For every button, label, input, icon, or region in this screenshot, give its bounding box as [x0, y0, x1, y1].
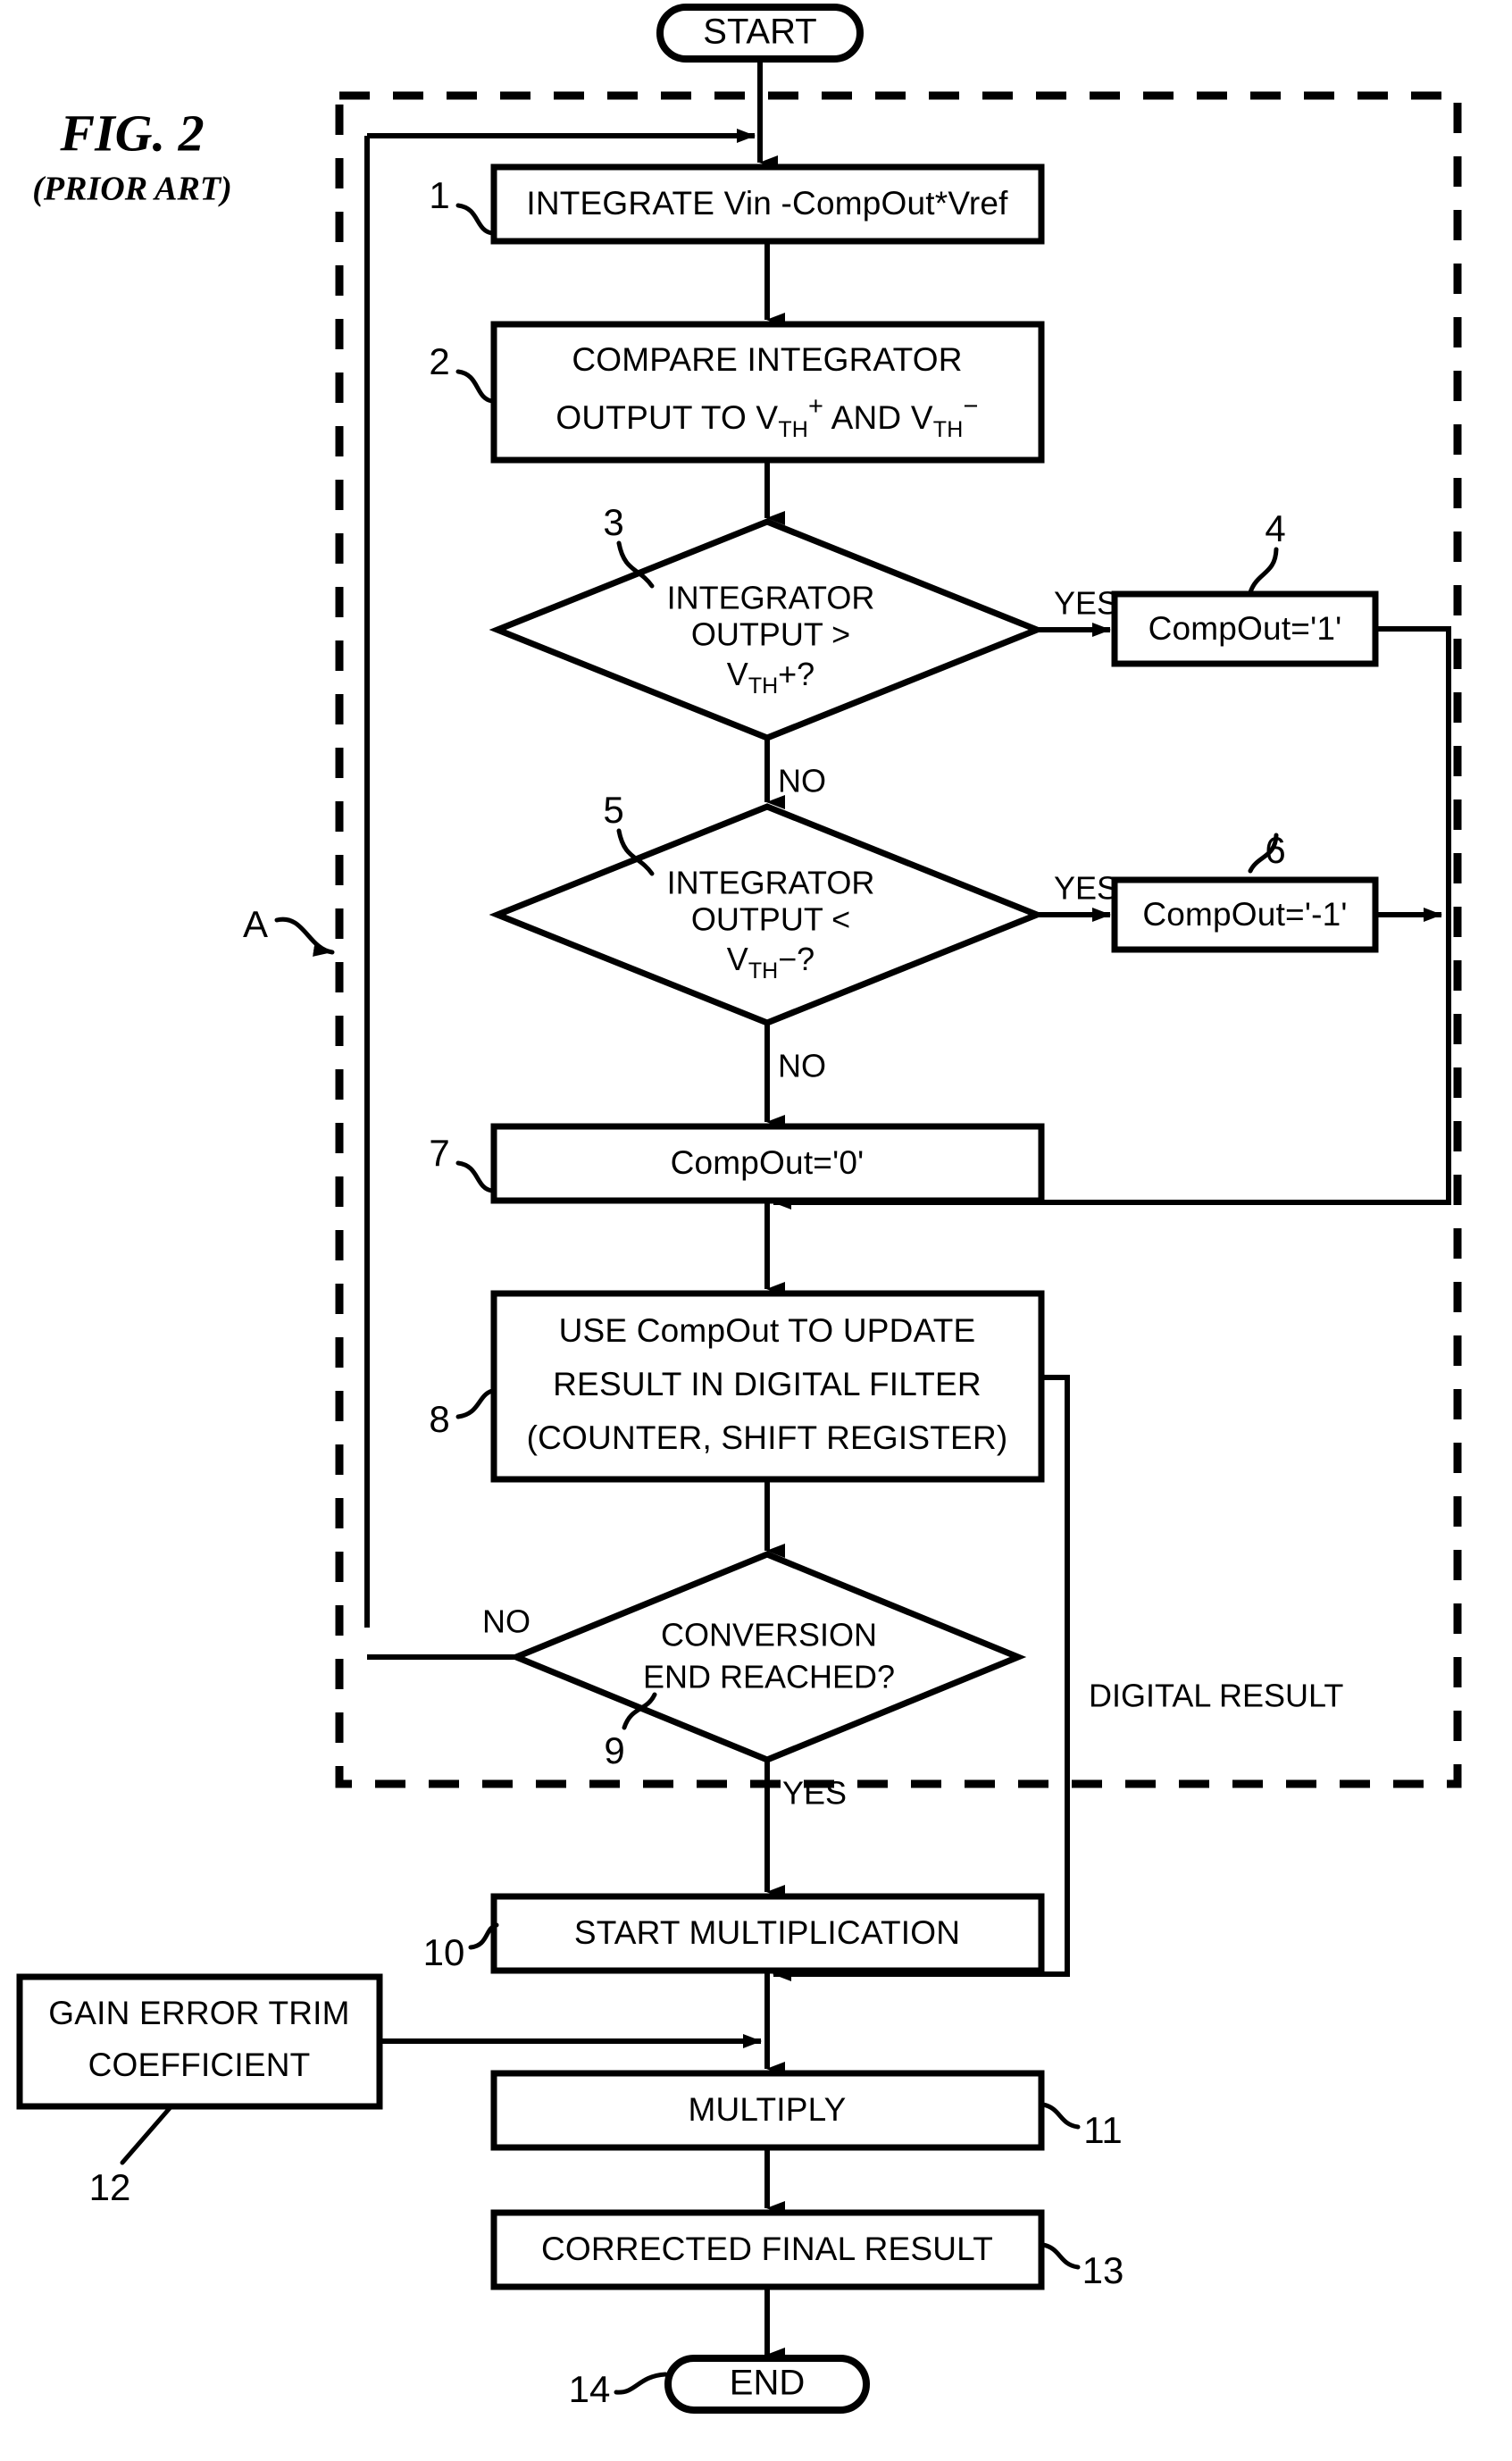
node-1: INTEGRATE Vin -CompOut*Vref 1 [429, 163, 1045, 245]
node-2-l2-sup2: − [963, 392, 978, 421]
node-11-leader [1040, 2102, 1081, 2130]
node-6: CompOut='-1' 6 [1111, 829, 1379, 953]
node-2-l2-sub1: TH [778, 417, 808, 442]
node-start: START [656, 4, 864, 63]
node-3-ref: 3 [603, 501, 623, 543]
node-2-l2-sup1: + [808, 392, 823, 421]
figure-container: FIG. 2 (PRIOR ART) A START INTEGRATE Vin… [0, 0, 1512, 2461]
node-12-leader [120, 2105, 172, 2165]
start-terminal-label: START [703, 13, 816, 52]
node-2-ref: 2 [429, 340, 449, 382]
end-terminal-label: END [730, 2364, 805, 2403]
node-10-ref: 10 [423, 1931, 465, 1973]
node-2-l2-mid: AND V [823, 399, 933, 436]
node-4-leader [1248, 547, 1279, 595]
node-5-label-line2: OUTPUT < [691, 901, 850, 938]
node-11-label: MULTIPLY [688, 2091, 846, 2128]
node-8-label-line3: (COUNTER, SHIFT REGISTER) [527, 1419, 1008, 1456]
node-5-l3-sub: TH [748, 958, 778, 984]
node-8-leader [455, 1388, 495, 1419]
boundary-callout-a: A [243, 903, 335, 957]
node-5-l3-post: −? [778, 941, 814, 977]
node-8-label-line2: RESULT IN DIGITAL FILTER [553, 1366, 982, 1402]
node-1-label: INTEGRATE Vin -CompOut*Vref [526, 185, 1008, 222]
node-3-l3-post: +? [778, 656, 814, 692]
node-3-label-line1: INTEGRATOR [667, 580, 875, 616]
node-12-label-line2: COEFFICIENT [88, 2047, 311, 2083]
edge-3-yes-label: YES [1054, 585, 1118, 622]
node-2-label-line2: OUTPUT TO VTH+ AND VTH− [556, 392, 978, 442]
node-5-l3-pre: V [727, 941, 748, 977]
node-2-l2-pre: OUTPUT TO V [556, 399, 778, 436]
end-terminal-ref: 14 [569, 2368, 611, 2410]
node-2-label-line1: COMPARE INTEGRATOR [572, 341, 962, 378]
figure-title-group: FIG. 2 (PRIOR ART) [32, 104, 231, 207]
node-3: INTEGRATOR OUTPUT > VTH+? 3 [489, 501, 1046, 741]
node-11-ref: 11 [1083, 2109, 1123, 2151]
node-8-label-line1: USE CompOut TO UPDATE [559, 1312, 976, 1349]
node-4-label: CompOut='1' [1149, 610, 1342, 647]
node-7: CompOut='0' 7 [429, 1123, 1045, 1204]
node-5: INTEGRATOR OUTPUT < VTH−? 5 [489, 789, 1046, 1026]
node-1-ref: 1 [429, 174, 449, 216]
node-11: MULTIPLY 11 [490, 2070, 1123, 2151]
node-2-l2-sub2: TH [933, 417, 964, 442]
flowchart-canvas: FIG. 2 (PRIOR ART) A START INTEGRATE Vin… [16, 4, 1462, 2414]
node-8-ref: 8 [429, 1398, 449, 1440]
node-8: USE CompOut TO UPDATE RESULT IN DIGITAL … [429, 1290, 1045, 1483]
edge-3-no-label: NO [778, 763, 826, 799]
node-4: CompOut='1' 4 [1111, 507, 1379, 667]
node-12: GAIN ERROR TRIM COEFFICIENT 12 [16, 1973, 383, 2208]
figure-title: FIG. 2 [59, 104, 204, 162]
edge-5-no-label: NO [778, 1048, 826, 1084]
digital-result-label: DIGITAL RESULT [1089, 1678, 1343, 1714]
node-13-label: CORRECTED FINAL RESULT [541, 2231, 993, 2267]
node-7-leader [455, 1160, 495, 1193]
node-2: COMPARE INTEGRATOR OUTPUT TO VTH+ AND VT… [429, 321, 1045, 464]
node-2-leader [455, 369, 495, 404]
node-12-label-line1: GAIN ERROR TRIM [48, 1995, 349, 2031]
node-9-label-line1: CONVERSION [661, 1617, 877, 1653]
node-10-label: START MULTIPLICATION [574, 1914, 960, 1951]
node-3-l3-pre: V [727, 656, 748, 692]
node-9-ref: 9 [604, 1729, 624, 1771]
node-9-shape [507, 1551, 1027, 1763]
node-9: CONVERSION END REACHED? 9 [507, 1551, 1027, 1771]
edge-9-yes-label: YES [782, 1775, 847, 1812]
node-13-ref: 13 [1082, 2249, 1124, 2291]
node-7-ref: 7 [429, 1132, 449, 1174]
end-terminal-leader [614, 2372, 668, 2395]
node-5-ref: 5 [603, 789, 623, 831]
node-end: END 14 [569, 2355, 870, 2414]
node-10: START MULTIPLICATION 10 [423, 1893, 1045, 1974]
node-7-label: CompOut='0' [671, 1144, 865, 1181]
edge-5-yes-label: YES [1054, 870, 1118, 907]
boundary-ref-label: A [243, 903, 268, 945]
boundary-leader-line [274, 917, 335, 957]
node-6-label: CompOut='-1' [1142, 896, 1347, 933]
node-13: CORRECTED FINAL RESULT 13 [490, 2209, 1124, 2291]
node-3-label-line2: OUTPUT > [691, 616, 850, 653]
node-12-ref: 12 [89, 2166, 131, 2208]
node-9-label-line2: END REACHED? [643, 1659, 895, 1695]
figure-subtitle: (PRIOR ART) [32, 171, 231, 208]
node-13-leader [1040, 2242, 1081, 2270]
node-3-l3-sub: TH [748, 674, 778, 699]
node-5-label-line1: INTEGRATOR [667, 865, 875, 901]
node-1-leader [455, 203, 495, 236]
edge-9-no-label: NO [482, 1603, 530, 1640]
node-4-ref: 4 [1265, 507, 1285, 549]
